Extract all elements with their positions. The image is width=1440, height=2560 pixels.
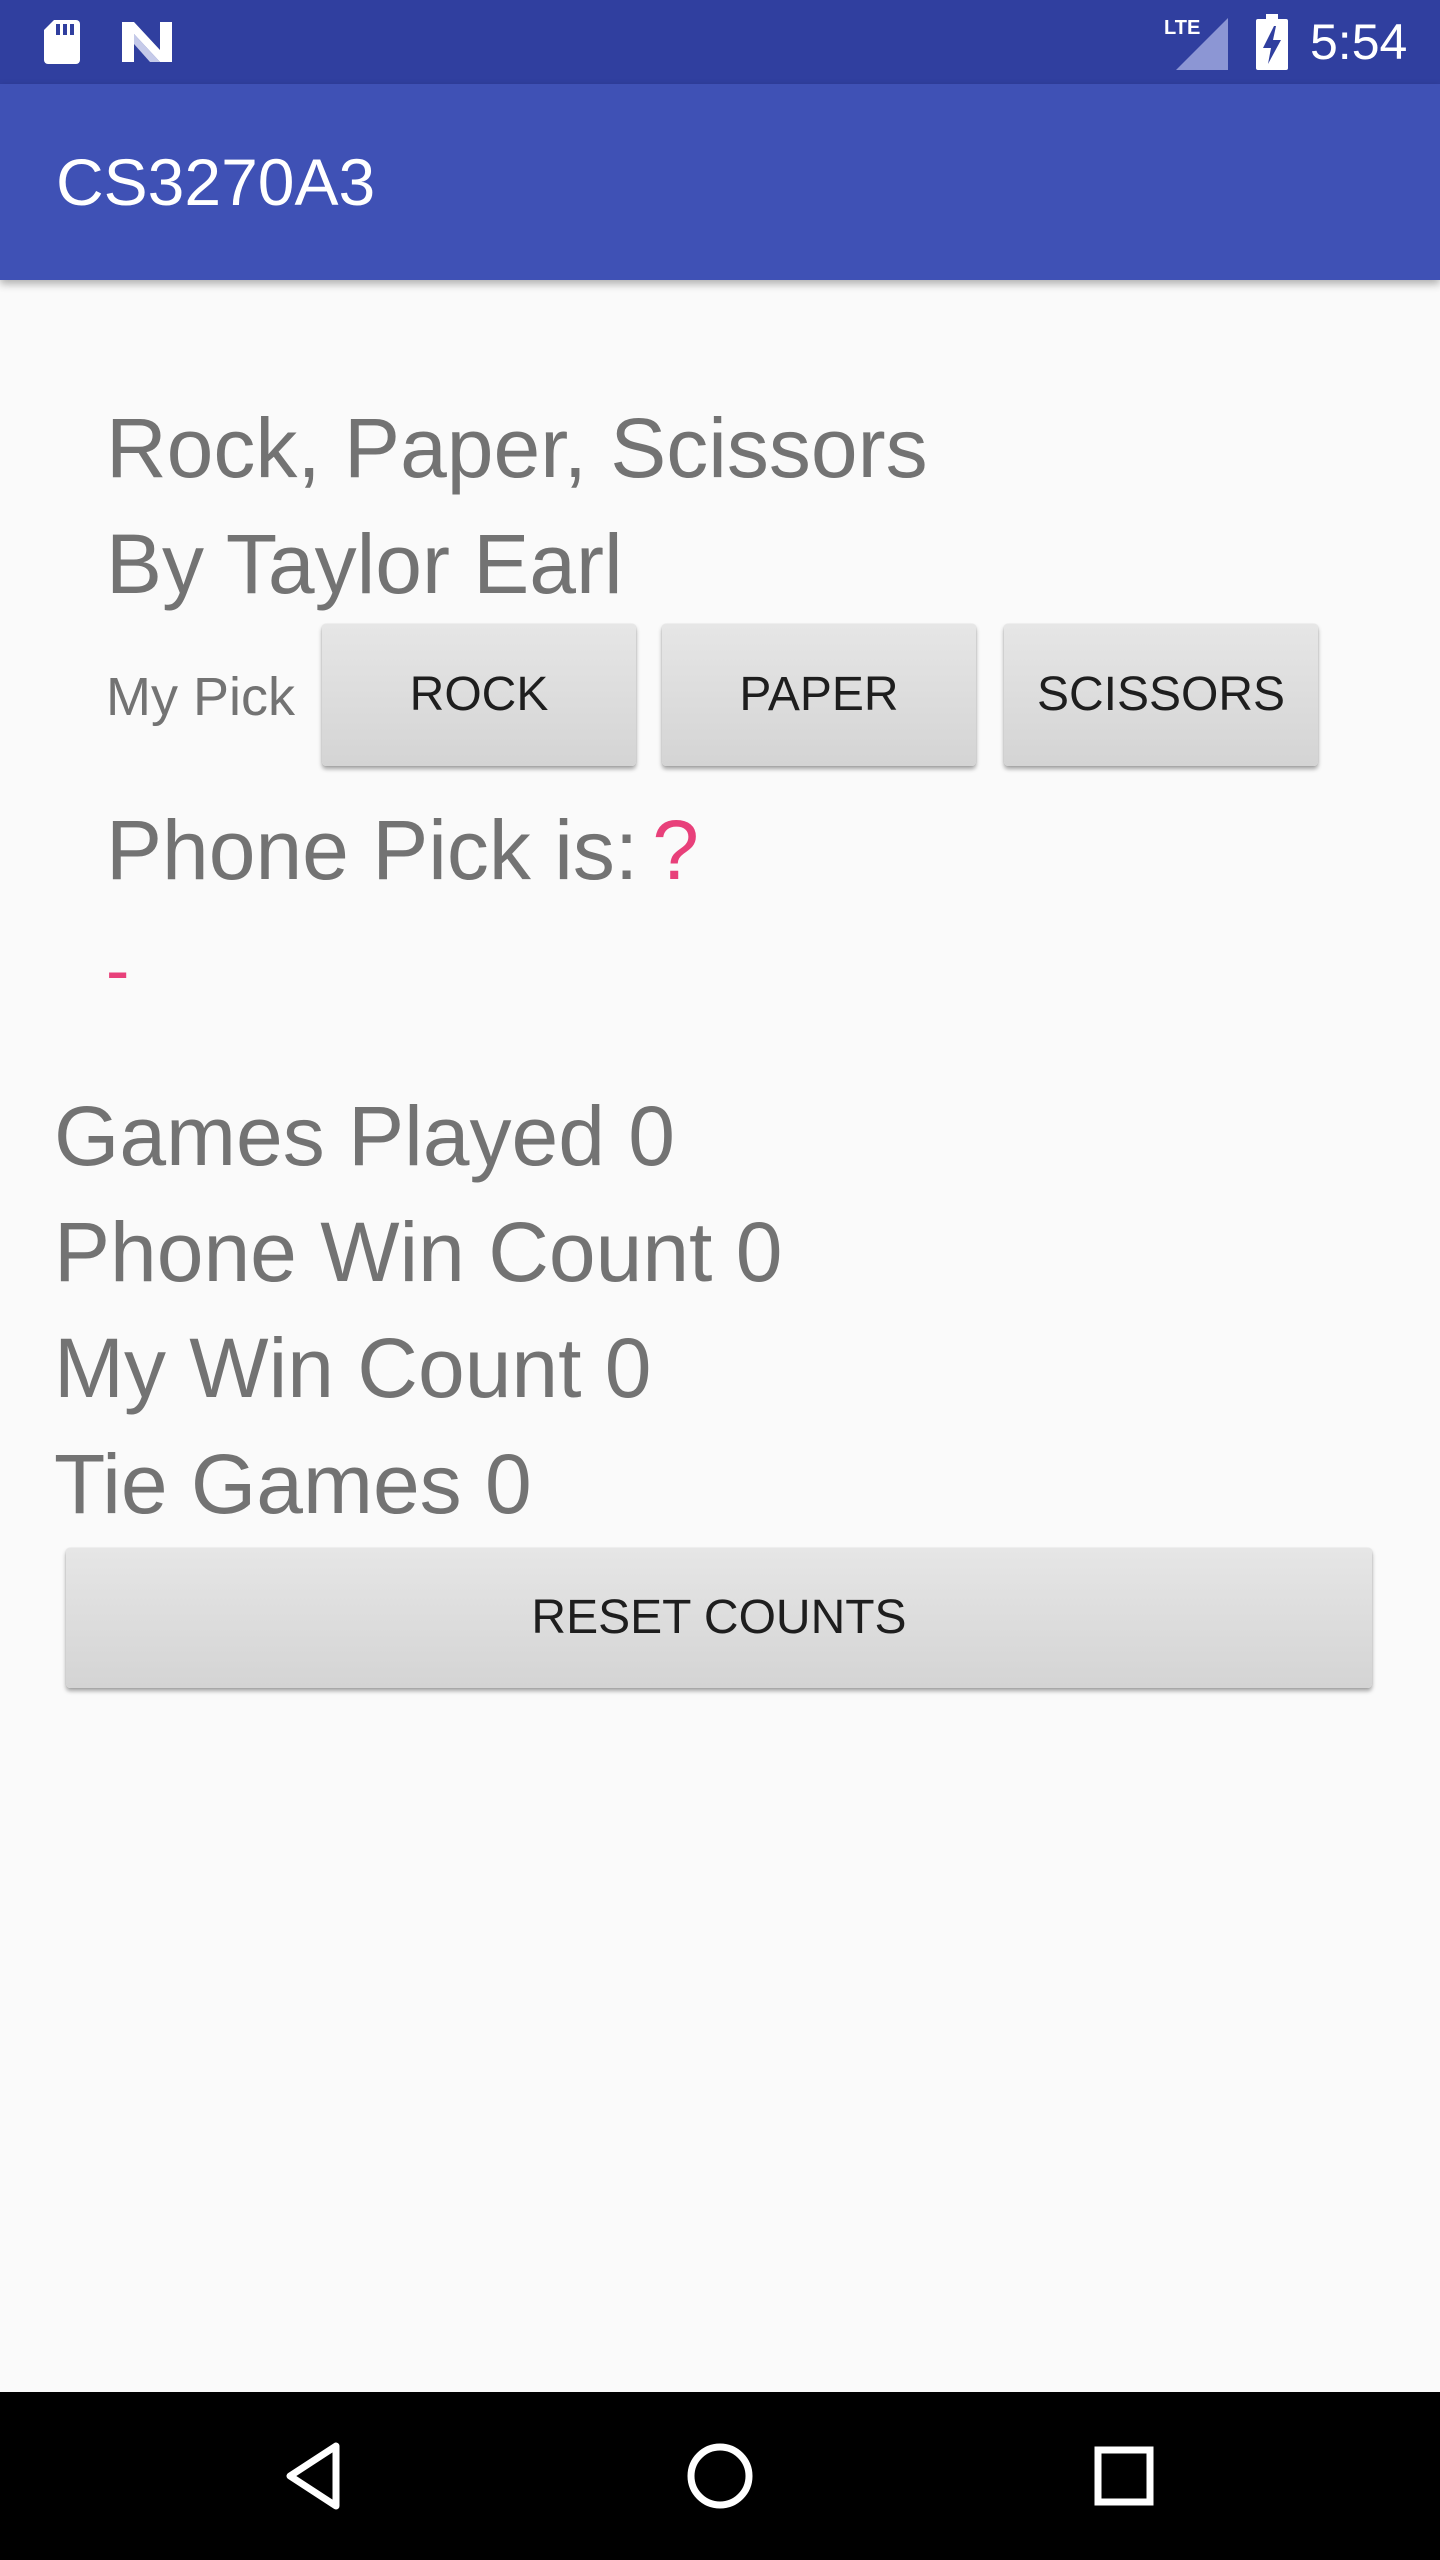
my-pick-label: My Pick xyxy=(106,667,295,727)
my-win-count-stat: My Win Count 0 xyxy=(54,1321,652,1415)
back-icon[interactable] xyxy=(276,2436,356,2516)
tie-games-stat: Tie Games 0 xyxy=(54,1437,532,1531)
lte-signal-icon: LTE xyxy=(1164,17,1228,70)
author-label: By Taylor Earl xyxy=(106,517,623,611)
home-icon[interactable] xyxy=(680,2436,760,2516)
status-bar: LTE 5:54 xyxy=(0,0,1440,84)
battery-charging-icon xyxy=(1256,14,1288,70)
reset-counts-button[interactable]: RESET COUNTS xyxy=(66,1548,1372,1688)
phone-pick-value: ? xyxy=(652,803,699,897)
nav-bar xyxy=(0,2392,1440,2560)
app-title: CS3270A3 xyxy=(56,145,376,219)
paper-button[interactable]: PAPER xyxy=(662,624,976,766)
phone-pick-row: Phone Pick is:? xyxy=(106,800,699,900)
phone-win-count-stat: Phone Win Count 0 xyxy=(54,1205,783,1299)
screen: LTE 5:54 CS3270A3 Rock, Paper, Scissors … xyxy=(0,0,1440,2560)
phone-pick-label: Phone Pick is: xyxy=(106,803,639,897)
sd-card-icon xyxy=(44,20,80,64)
result-text: - xyxy=(106,931,130,1009)
games-played-stat: Games Played 0 xyxy=(54,1089,675,1183)
svg-text:LTE: LTE xyxy=(1164,17,1200,39)
scissors-button[interactable]: SCISSORS xyxy=(1004,624,1318,766)
recents-icon[interactable] xyxy=(1084,2436,1164,2516)
app-bar: CS3270A3 xyxy=(0,84,1440,280)
game-title: Rock, Paper, Scissors xyxy=(106,401,928,495)
n-notification-icon xyxy=(122,22,172,62)
status-time: 5:54 xyxy=(1310,14,1408,70)
rock-button[interactable]: ROCK xyxy=(322,624,636,766)
